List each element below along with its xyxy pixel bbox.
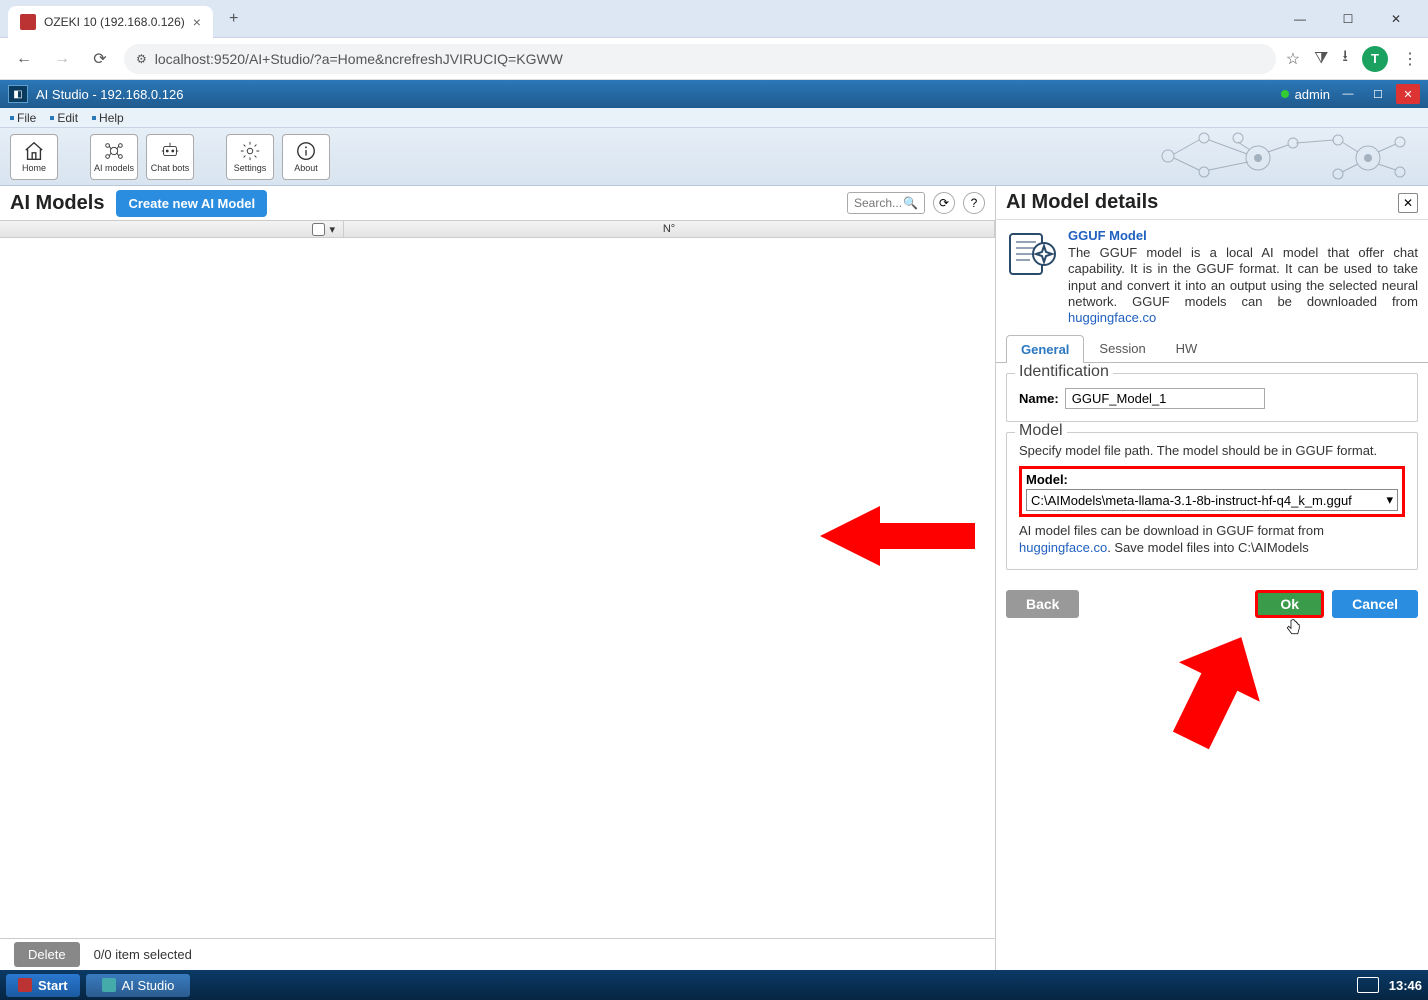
taskbar-ai-studio-button[interactable]: AI Studio bbox=[86, 974, 191, 997]
start-icon bbox=[18, 978, 32, 992]
tab-close-icon[interactable]: × bbox=[193, 14, 201, 30]
window-maximize-button[interactable]: ☐ bbox=[1332, 5, 1364, 33]
model-legend: Model bbox=[1015, 422, 1067, 440]
taskbar-clock[interactable]: 13:46 bbox=[1389, 978, 1422, 993]
model-path-select[interactable]: C:\AIModels\meta-llama-3.1-8b-instruct-h… bbox=[1026, 489, 1398, 511]
tab-general[interactable]: General bbox=[1006, 335, 1084, 363]
model-help-text: AI model files can be download in GGUF f… bbox=[1019, 523, 1405, 557]
browser-tab-strip: OZEKI 10 (192.168.0.126) × + — ☐ ✕ bbox=[0, 0, 1428, 38]
site-settings-icon[interactable]: ⚙ bbox=[136, 52, 147, 66]
column-checkbox[interactable]: ▾ bbox=[0, 221, 344, 237]
tab-session[interactable]: Session bbox=[1084, 334, 1160, 362]
back-button[interactable]: ← bbox=[10, 45, 38, 73]
reload-button[interactable]: ⟳ bbox=[86, 45, 114, 73]
extensions-icon[interactable]: ⧩ bbox=[1314, 50, 1328, 68]
menu-edit[interactable]: Edit bbox=[44, 110, 84, 126]
app-titlebar: ◧ AI Studio - 192.168.0.126 admin — ☐ ✕ bbox=[0, 80, 1428, 108]
bookmark-star-icon[interactable]: ☆ bbox=[1286, 49, 1300, 69]
ai-studio-task-icon bbox=[102, 978, 116, 992]
browser-menu-icon[interactable]: ⋮ bbox=[1402, 49, 1418, 69]
select-all-checkbox[interactable] bbox=[312, 223, 325, 236]
profile-avatar[interactable]: T bbox=[1362, 46, 1388, 72]
delete-button[interactable]: Delete bbox=[14, 942, 80, 967]
window-minimize-button[interactable]: — bbox=[1284, 5, 1316, 33]
left-header: AI Models Create new AI Model Search... … bbox=[0, 186, 995, 220]
forward-button[interactable]: → bbox=[48, 45, 76, 73]
new-tab-button[interactable]: + bbox=[221, 6, 246, 32]
identification-fieldset: Identification Name: bbox=[1006, 373, 1418, 422]
panel-title: AI Model details bbox=[1006, 191, 1158, 214]
create-ai-model-button[interactable]: Create new AI Model bbox=[116, 190, 267, 217]
tab-row: General Session HW bbox=[996, 334, 1428, 363]
app-close-button[interactable]: ✕ bbox=[1396, 84, 1420, 104]
start-button[interactable]: Start bbox=[6, 974, 80, 997]
selection-status: 0/0 item selected bbox=[94, 947, 192, 962]
taskbar: Start AI Studio 13:46 bbox=[0, 970, 1428, 1000]
toolbar-settings-button[interactable]: Settings bbox=[226, 134, 274, 180]
right-panel: AI Model details ✕ GGUF Model The GGUF m… bbox=[996, 186, 1428, 970]
app-maximize-button[interactable]: ☐ bbox=[1366, 84, 1390, 104]
right-header: AI Model details ✕ bbox=[996, 186, 1428, 220]
page-title: AI Models bbox=[10, 192, 104, 215]
menu-file[interactable]: File bbox=[4, 110, 42, 126]
app-toolbar: Home AI models Chat bots Settings About bbox=[0, 128, 1428, 186]
refresh-button[interactable]: ⟳ bbox=[933, 192, 955, 214]
dropdown-icon: ▾ bbox=[1386, 492, 1393, 508]
ok-button[interactable]: Ok bbox=[1255, 590, 1324, 618]
huggingface-link[interactable]: huggingface.co bbox=[1068, 310, 1156, 325]
downloads-icon[interactable]: ⭳ bbox=[1342, 45, 1348, 72]
app-logo-icon: ◧ bbox=[8, 85, 28, 103]
browser-tab[interactable]: OZEKI 10 (192.168.0.126) × bbox=[8, 6, 213, 38]
tab-title: OZEKI 10 (192.168.0.126) bbox=[44, 15, 185, 29]
search-icon: 🔍 bbox=[903, 196, 918, 210]
panel-close-button[interactable]: ✕ bbox=[1398, 193, 1418, 213]
info-icon bbox=[295, 140, 317, 162]
tab-hw[interactable]: HW bbox=[1161, 334, 1213, 362]
app-user[interactable]: admin bbox=[1295, 87, 1330, 102]
favicon bbox=[20, 14, 36, 30]
name-label: Name: bbox=[1019, 391, 1059, 406]
toolbar-chat-bots-button[interactable]: Chat bots bbox=[146, 134, 194, 180]
gear-icon bbox=[239, 140, 261, 162]
table-body bbox=[0, 238, 995, 938]
table-header: ▾ N° bbox=[0, 220, 995, 238]
model-type-title: GGUF Model bbox=[1068, 228, 1418, 243]
url-input[interactable]: ⚙ localhost:9520/AI+Studio/?a=Home&ncref… bbox=[124, 44, 1276, 74]
home-icon bbox=[23, 140, 45, 162]
back-button[interactable]: Back bbox=[1006, 590, 1079, 618]
model-field-highlight: Model: C:\AIModels\meta-llama-3.1-8b-ins… bbox=[1019, 466, 1405, 517]
menu-help[interactable]: Help bbox=[86, 110, 130, 126]
identification-legend: Identification bbox=[1015, 363, 1113, 381]
button-row: Back Ok Cancel bbox=[996, 590, 1428, 618]
network-decoration bbox=[1138, 128, 1418, 184]
model-desc-text: Specify model file path. The model shoul… bbox=[1019, 443, 1405, 458]
search-input[interactable]: Search... 🔍 bbox=[847, 192, 925, 214]
toolbar-ai-models-button[interactable]: AI models bbox=[90, 134, 138, 180]
toolbar-about-button[interactable]: About bbox=[282, 134, 330, 180]
app-menu-bar: File Edit Help bbox=[0, 108, 1428, 128]
url-text: localhost:9520/AI+Studio/?a=Home&ncrefre… bbox=[155, 51, 563, 67]
model-description: GGUF Model The GGUF model is a local AI … bbox=[996, 220, 1428, 334]
huggingface-link-2[interactable]: huggingface.co bbox=[1019, 540, 1107, 555]
column-number[interactable]: N° bbox=[344, 221, 995, 237]
model-fieldset: Model Specify model file path. The model… bbox=[1006, 432, 1418, 570]
name-input[interactable] bbox=[1065, 388, 1265, 409]
chatbot-icon bbox=[159, 140, 181, 162]
status-online-icon bbox=[1281, 90, 1289, 98]
left-panel: AI Models Create new AI Model Search... … bbox=[0, 186, 996, 970]
models-icon bbox=[103, 140, 125, 162]
gguf-model-icon bbox=[1006, 228, 1058, 280]
form-content: Identification Name: Model Specify model… bbox=[996, 363, 1428, 590]
model-path-label: Model: bbox=[1026, 472, 1398, 487]
table-footer: Delete 0/0 item selected bbox=[0, 938, 995, 970]
cancel-button[interactable]: Cancel bbox=[1332, 590, 1418, 618]
app-title: AI Studio - 192.168.0.126 bbox=[36, 87, 183, 102]
keyboard-icon[interactable] bbox=[1357, 977, 1379, 993]
address-bar: ← → ⟳ ⚙ localhost:9520/AI+Studio/?a=Home… bbox=[0, 38, 1428, 80]
app-minimize-button[interactable]: — bbox=[1336, 84, 1360, 104]
window-close-button[interactable]: ✕ bbox=[1380, 5, 1412, 33]
toolbar-home-button[interactable]: Home bbox=[10, 134, 58, 180]
help-button[interactable]: ? bbox=[963, 192, 985, 214]
main-area: AI Models Create new AI Model Search... … bbox=[0, 186, 1428, 970]
